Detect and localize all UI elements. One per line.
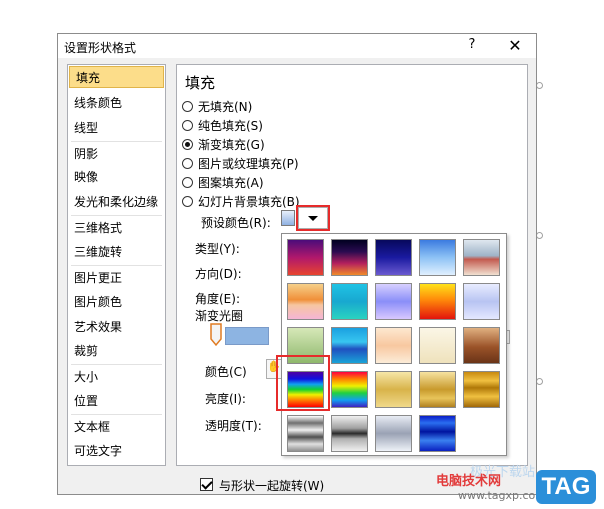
- sidebar-item-text-box[interactable]: 文本框: [68, 416, 165, 438]
- sidebar-item-position[interactable]: 位置: [68, 390, 165, 412]
- watermark-url: www.tagxp.com: [458, 489, 546, 502]
- swatch-daybreak[interactable]: [375, 239, 412, 276]
- close-button[interactable]: ✕: [504, 36, 526, 56]
- background-handle: [536, 378, 543, 385]
- swatch-calm-water[interactable]: [375, 283, 412, 320]
- swatch-fire[interactable]: [419, 283, 456, 320]
- sidebar-item-3d-rotation[interactable]: 三维旋转: [68, 241, 165, 263]
- type-label: 类型(Y):: [195, 242, 240, 256]
- picture-fill-option[interactable]: 图片或纹理填充(P): [182, 155, 299, 173]
- sidebar-item-line-color[interactable]: 线条颜色: [68, 92, 165, 114]
- preset-colors-label: 预设颜色(R):: [201, 216, 271, 230]
- swatch-desert[interactable]: [463, 239, 500, 276]
- radio-icon[interactable]: [182, 177, 193, 188]
- swatch-parchment[interactable]: [419, 327, 456, 364]
- swatch-early-sunset[interactable]: [287, 283, 324, 320]
- direction-label: 方向(D):: [195, 267, 242, 281]
- gradient-fill-option[interactable]: 渐变填充(G): [182, 136, 265, 154]
- no-fill-label: 无填充(N): [198, 100, 253, 114]
- background-handle: [536, 82, 543, 89]
- watermark-logo: TAG: [536, 470, 596, 504]
- divider: [71, 141, 162, 142]
- slide-background-fill-option[interactable]: 幻灯片背景填充(B): [182, 193, 300, 211]
- swatch-sapphire[interactable]: [419, 415, 456, 452]
- sidebar-item-shadow[interactable]: 阴影: [68, 143, 165, 165]
- sidebar-item-crop[interactable]: 裁剪: [68, 340, 165, 362]
- help-button[interactable]: ?: [464, 37, 480, 55]
- sidebar-item-fill[interactable]: 填充: [69, 66, 164, 88]
- gradient-stops-bar[interactable]: [225, 327, 269, 345]
- rotate-with-shape-checkbox[interactable]: [200, 478, 213, 491]
- swatch-gold[interactable]: [375, 371, 412, 408]
- radio-icon[interactable]: [182, 101, 193, 112]
- swatch-nightfall[interactable]: [331, 239, 368, 276]
- swatch-wheat[interactable]: [375, 327, 412, 364]
- swatch-gold-ii[interactable]: [419, 371, 456, 408]
- solid-fill-label: 纯色填充(S): [198, 119, 263, 133]
- divider: [71, 265, 162, 266]
- sidebar-item-alt-text[interactable]: 可选文字: [68, 440, 165, 462]
- sidebar-item-picture-color[interactable]: 图片颜色: [68, 291, 165, 313]
- gradient-stop-marker-icon[interactable]: [210, 323, 222, 347]
- divider: [71, 364, 162, 365]
- brightness-label: 亮度(I):: [205, 392, 246, 406]
- pattern-fill-option[interactable]: 图案填充(A): [182, 174, 264, 192]
- color-label: 颜色(C): [205, 365, 247, 379]
- gradient-fill-label: 渐变填充(G): [198, 138, 265, 152]
- rotate-with-shape-label: 与形状一起旋转(W): [219, 479, 325, 493]
- category-sidebar: 填充 线条颜色 线型 阴影 映像 发光和柔化边缘 三维格式 三维旋转 图片更正 …: [67, 64, 166, 466]
- title-bar: 设置形状格式 ? ✕: [58, 34, 536, 58]
- sidebar-item-artistic-effects[interactable]: 艺术效果: [68, 316, 165, 338]
- divider: [71, 414, 162, 415]
- dialog-title: 设置形状格式: [64, 41, 137, 55]
- preset-colors-gallery: [281, 233, 507, 456]
- transparency-label: 透明度(T):: [205, 419, 262, 433]
- radio-icon[interactable]: [182, 158, 193, 169]
- panel-heading: 填充: [185, 74, 216, 92]
- sidebar-item-reflection[interactable]: 映像: [68, 166, 165, 188]
- swatch-rainbow-ii[interactable]: [331, 371, 368, 408]
- dropdown-highlight-box: [296, 205, 330, 231]
- background-handle: [536, 232, 543, 239]
- preset-color-swatch-button[interactable]: [281, 210, 295, 226]
- picture-fill-label: 图片或纹理填充(P): [198, 157, 299, 171]
- sidebar-item-line-style[interactable]: 线型: [68, 117, 165, 139]
- radio-icon[interactable]: [182, 120, 193, 131]
- swatch-silver[interactable]: [375, 415, 412, 452]
- radio-icon[interactable]: [182, 196, 193, 207]
- sidebar-item-glow[interactable]: 发光和柔化边缘: [68, 191, 165, 213]
- swatch-horizon[interactable]: [419, 239, 456, 276]
- gradient-stops-label: 渐变光圈: [195, 309, 244, 323]
- swatch-late-sunset[interactable]: [287, 239, 324, 276]
- slide-background-fill-label: 幻灯片背景填充(B): [198, 195, 300, 209]
- swatch-ocean[interactable]: [331, 283, 368, 320]
- sidebar-item-size[interactable]: 大小: [68, 366, 165, 388]
- sidebar-item-picture-corrections[interactable]: 图片更正: [68, 267, 165, 289]
- rainbow-highlight-box: [276, 355, 330, 411]
- radio-selected-icon[interactable]: [182, 139, 193, 150]
- swatch-peacock[interactable]: [331, 327, 368, 364]
- sidebar-item-3d-format[interactable]: 三维格式: [68, 217, 165, 239]
- no-fill-option[interactable]: 无填充(N): [182, 98, 252, 116]
- swatch-chrome[interactable]: [287, 415, 324, 452]
- solid-fill-option[interactable]: 纯色填充(S): [182, 117, 263, 135]
- swatch-fog[interactable]: [463, 283, 500, 320]
- swatch-chrome-ii[interactable]: [331, 415, 368, 452]
- swatch-brass[interactable]: [463, 371, 500, 408]
- swatch-mahogany[interactable]: [463, 327, 500, 364]
- pattern-fill-label: 图案填充(A): [198, 176, 264, 190]
- watermark-text: 电脑技术网: [436, 474, 502, 489]
- angle-label: 角度(E):: [195, 292, 240, 306]
- divider: [71, 215, 162, 216]
